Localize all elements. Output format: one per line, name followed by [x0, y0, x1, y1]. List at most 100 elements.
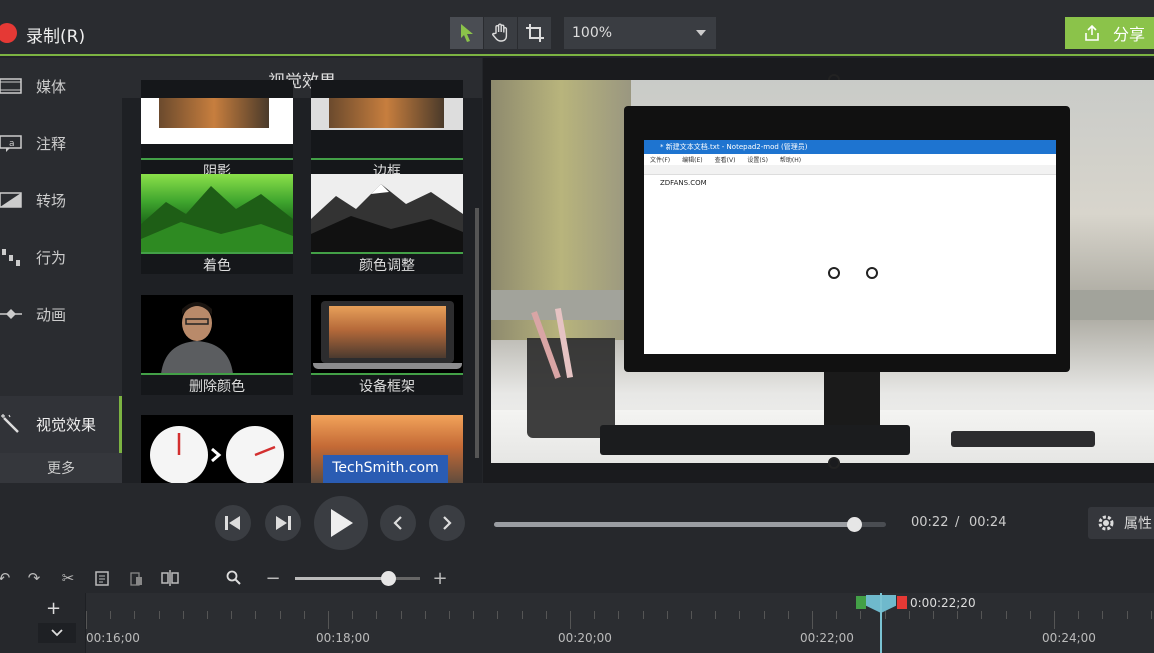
selection-end-handle[interactable] — [897, 596, 907, 609]
ruler-tick — [787, 611, 789, 619]
play-button[interactable] — [314, 496, 368, 550]
visual-effects-icon — [1, 414, 19, 433]
tile-underline — [311, 252, 463, 254]
tick-label: 00:18;00 — [316, 631, 370, 645]
effect-thumbnail — [311, 174, 463, 253]
media-icon — [0, 78, 22, 94]
effect-label: 着色 — [203, 258, 231, 274]
record-button-label[interactable]: 录制(R) — [26, 22, 85, 47]
ruler-tick — [158, 611, 160, 619]
ruler-tick — [449, 611, 450, 619]
move-handle[interactable] — [866, 267, 878, 279]
sidebar-item-behaviors[interactable]: 行为 — [0, 229, 122, 286]
step-forward-button[interactable] — [265, 505, 301, 541]
share-button[interactable]: 分享 — [1065, 17, 1154, 49]
effect-tile-border[interactable]: 边框 — [311, 80, 463, 180]
chevron-down-icon — [51, 629, 63, 637]
effect-label: 颜色调整 — [359, 258, 415, 274]
svg-text:a: a — [9, 139, 15, 149]
sidebar-item-visual-effects[interactable]: 视觉效果 — [0, 396, 122, 453]
more-button[interactable]: 更多 — [0, 453, 122, 483]
ruler-tick — [497, 611, 499, 619]
zoom-out-icon[interactable]: − — [263, 568, 283, 589]
zoom-slider-fill — [295, 577, 388, 580]
properties-button[interactable]: 属性 — [1088, 507, 1154, 539]
hand-tool-button[interactable] — [484, 17, 517, 49]
chevron-right-icon — [443, 516, 452, 530]
transition-icon — [0, 192, 22, 208]
sidebar-item-media[interactable]: 媒体 — [0, 58, 122, 115]
sidebar-item-label: 转场 — [36, 192, 67, 210]
previous-marker-button[interactable] — [380, 505, 416, 541]
crop-tool-button[interactable] — [518, 17, 551, 49]
scrubber-knob[interactable] — [846, 517, 862, 532]
step-forward-icon — [276, 516, 291, 530]
tile-underline — [141, 252, 293, 254]
tick-label: 00:22;00 — [800, 631, 854, 645]
effect-tile-device-frame[interactable]: 设备框架 — [311, 295, 463, 395]
sidebar-item-transitions[interactable]: 转场 — [0, 172, 122, 229]
ruler-tick — [812, 611, 813, 629]
ruler-tick — [400, 611, 402, 619]
notepad-toolbar — [644, 165, 1056, 175]
gear-icon — [1098, 515, 1114, 531]
effect-thumbnail: TechSmith.com — [311, 415, 463, 483]
effect-tile-colorize[interactable]: 着色 — [141, 174, 293, 274]
sidebar-item-annotations[interactable]: a 注释 — [0, 115, 122, 172]
next-marker-button[interactable] — [429, 505, 465, 541]
effect-tile-clock-speed[interactable] — [141, 415, 293, 483]
zoom-slider-knob[interactable] — [380, 571, 396, 586]
notepad-menu-item: 文件(F) — [650, 157, 671, 164]
sidebar-item-animations[interactable]: 动画 — [0, 286, 122, 343]
playback-scrubber[interactable] — [494, 517, 886, 532]
visual-effects-library: 视觉效果 阴影 边框 着色 颜色调整 删除颜色 设备框架 TechSmith.c… — [122, 58, 482, 483]
redo-icon[interactable]: ↷ — [24, 568, 44, 588]
undo-icon[interactable]: ↶ — [0, 568, 14, 588]
ruler-tick — [1078, 611, 1080, 619]
pointer-tool-button[interactable] — [450, 17, 483, 49]
playhead-line[interactable] — [880, 593, 882, 653]
effect-thumbnail — [141, 415, 293, 483]
zoom-dropdown[interactable]: 100% — [564, 17, 716, 49]
effect-tile-shadow[interactable]: 阴影 — [141, 80, 293, 180]
share-icon — [1085, 24, 1099, 41]
canvas-video-frame[interactable]: * 新建文本文档.txt - Notepad2-mod (管理员) 文件(F) … — [491, 80, 1154, 463]
selection-start-handle[interactable] — [856, 596, 866, 609]
ruler-tick — [763, 611, 765, 619]
ruler-tick — [884, 611, 886, 619]
track-controls: + — [0, 593, 85, 653]
split-icon[interactable] — [160, 568, 180, 588]
library-scrollbar[interactable] — [475, 208, 479, 458]
ruler-tick — [1054, 611, 1055, 629]
sidebar-item-label: 媒体 — [36, 78, 67, 96]
effect-tile-remove-color[interactable]: 删除颜色 — [141, 295, 293, 395]
techsmith-link: TechSmith.com — [323, 455, 448, 483]
zoom-in-icon[interactable]: + — [430, 568, 450, 589]
record-icon[interactable] — [0, 23, 17, 43]
cut-icon[interactable]: ✂ — [58, 568, 78, 588]
ruler-tick — [134, 611, 136, 619]
copy-icon[interactable] — [92, 568, 112, 588]
paste-icon[interactable] — [126, 568, 146, 588]
ruler-tick — [182, 611, 184, 619]
step-back-button[interactable] — [215, 505, 251, 541]
ruler-tick — [1150, 611, 1152, 619]
chevron-left-icon — [393, 516, 402, 530]
ruler-tick — [424, 611, 426, 619]
notepad-menu-item: 设置(S) — [747, 157, 768, 164]
effect-tile-color-adjust[interactable]: 颜色调整 — [311, 174, 463, 274]
notepad-titlebar: * 新建文本文档.txt - Notepad2-mod (管理员) — [644, 140, 1056, 154]
zoom-icon[interactable] — [224, 568, 244, 588]
ruler-tick — [860, 611, 862, 619]
effect-thumbnail — [141, 174, 293, 253]
preview-area: * 新建文本文档.txt - Notepad2-mod (管理员) 文件(F) … — [483, 58, 1154, 483]
zoom-value: 100% — [572, 25, 613, 41]
rotate-handle[interactable] — [828, 267, 840, 279]
add-track-button[interactable]: + — [46, 598, 61, 619]
collapse-tracks-button[interactable] — [38, 623, 76, 643]
ruler-tick — [376, 611, 378, 619]
timeline-zoom-slider[interactable] — [295, 571, 420, 586]
timeline-ruler[interactable]: 00:16;00 00:18;00 00:20;00 00:22;00 00:2… — [86, 593, 1154, 653]
resize-handle-bottom[interactable] — [828, 457, 840, 469]
effect-tile-interactive-hotspot[interactable]: TechSmith.com — [311, 415, 463, 483]
